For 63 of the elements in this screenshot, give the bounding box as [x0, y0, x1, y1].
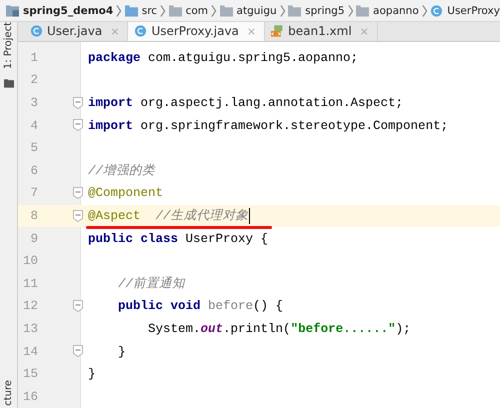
line-number: 1 [29, 50, 38, 65]
breadcrumb-item[interactable]: UserProxy [430, 4, 500, 16]
fold-marker-icon[interactable] [73, 210, 83, 222]
code-line: //前置通知 [117, 276, 186, 292]
breadcrumb-item[interactable]: atguigu [220, 4, 277, 16]
fold-marker-icon[interactable] [73, 300, 83, 312]
folder-icon [4, 79, 14, 88]
code-line: } [88, 367, 96, 382]
code-line: import org.aspectj.lang.annotation.Aspect; [88, 96, 404, 110]
folder-icon [124, 4, 138, 16]
file-tab[interactable]: UserProxy.java × [128, 22, 266, 40]
breadcrumb-item[interactable]: com [168, 4, 208, 16]
class-icon [430, 4, 444, 16]
xml-file-icon [271, 25, 284, 38]
code-line: public void before() { [117, 299, 284, 314]
line-number: 13 [22, 322, 38, 336]
folder-icon [356, 4, 370, 16]
fold-marker-icon[interactable] [73, 96, 83, 109]
line-number: 6 [29, 164, 38, 178]
line-number: 3 [29, 96, 38, 110]
folder-icon [288, 4, 302, 16]
code-line: @Aspect //生成代理对象 [88, 208, 249, 224]
line-number: 8 [29, 208, 38, 223]
line-number: 15 [22, 367, 38, 382]
file-tab[interactable]: bean1.xml × [265, 22, 378, 40]
project-folder-icon [6, 4, 19, 16]
chevron-icon [422, 2, 428, 18]
code-line: } [117, 344, 126, 359]
text-cursor [248, 208, 250, 224]
breadcrumb-item[interactable]: aopanno [356, 4, 419, 16]
project-tool-tab[interactable]: 1: Project [3, 22, 14, 72]
breadcrumb-item[interactable]: spring5_demo4 [6, 4, 114, 16]
class-icon [30, 25, 43, 38]
class-icon [134, 25, 148, 38]
chevron-icon [211, 2, 217, 18]
line-number: 11 [22, 276, 38, 291]
fold-marker-icon[interactable] [73, 187, 83, 200]
code-line: public class UserProxy { [88, 232, 268, 246]
code-line: import org.springframework.stereotype.Component; [88, 118, 448, 133]
code-line: System.out.println("before......"); [147, 322, 411, 336]
chevron-icon [116, 2, 122, 18]
line-number: 14 [22, 344, 38, 359]
line-number: 12 [22, 299, 38, 314]
chevron-icon [280, 2, 286, 18]
chevron-icon [160, 2, 166, 18]
fold-marker-icon[interactable] [73, 119, 83, 132]
line-number: 5 [29, 141, 38, 156]
line-number: 4 [29, 118, 38, 133]
code-line: //增强的类 [88, 162, 156, 180]
folder-icon [168, 4, 182, 16]
folder-icon [220, 4, 233, 16]
line-number: 2 [29, 73, 38, 88]
line-number: 7 [29, 186, 38, 200]
code-line: @Component [88, 186, 164, 200]
line-number: 9 [29, 232, 38, 246]
breadcrumb-item[interactable]: src [124, 4, 158, 16]
line-number: 10 [22, 254, 38, 268]
structure-tool-tab[interactable]: cture [3, 380, 14, 406]
fold-marker-icon[interactable] [73, 345, 83, 358]
breadcrumb-item[interactable]: spring5 [288, 4, 345, 16]
code-line: package com.atguigu.spring5.aopanno; [88, 50, 358, 65]
chevron-icon [348, 2, 354, 18]
line-number: 16 [22, 390, 38, 404]
